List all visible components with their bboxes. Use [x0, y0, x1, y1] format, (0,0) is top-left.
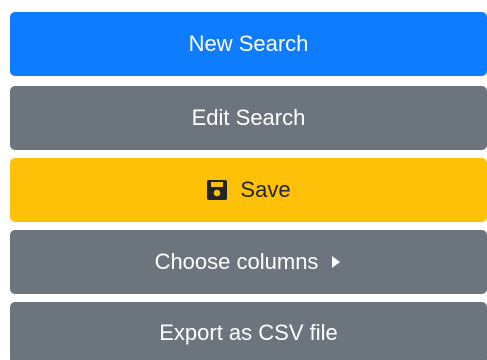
caret-right-icon	[330, 255, 342, 269]
choose-columns-button[interactable]: Choose columns	[10, 230, 487, 294]
new-search-button[interactable]: New Search	[10, 12, 487, 76]
save-button[interactable]: Save	[10, 158, 487, 222]
save-label: Save	[240, 177, 291, 202]
edit-search-label: Edit Search	[191, 105, 306, 130]
choose-columns-label: Choose columns	[154, 249, 319, 274]
edit-search-button[interactable]: Edit Search	[10, 86, 487, 150]
floppy-disk-icon	[206, 179, 228, 201]
new-search-label: New Search	[188, 31, 309, 56]
search-actions-menu: New Search Edit Search Save Choose colum…	[0, 0, 487, 360]
export-csv-button[interactable]: Export as CSV file	[10, 302, 487, 360]
export-csv-label: Export as CSV file	[159, 320, 338, 345]
